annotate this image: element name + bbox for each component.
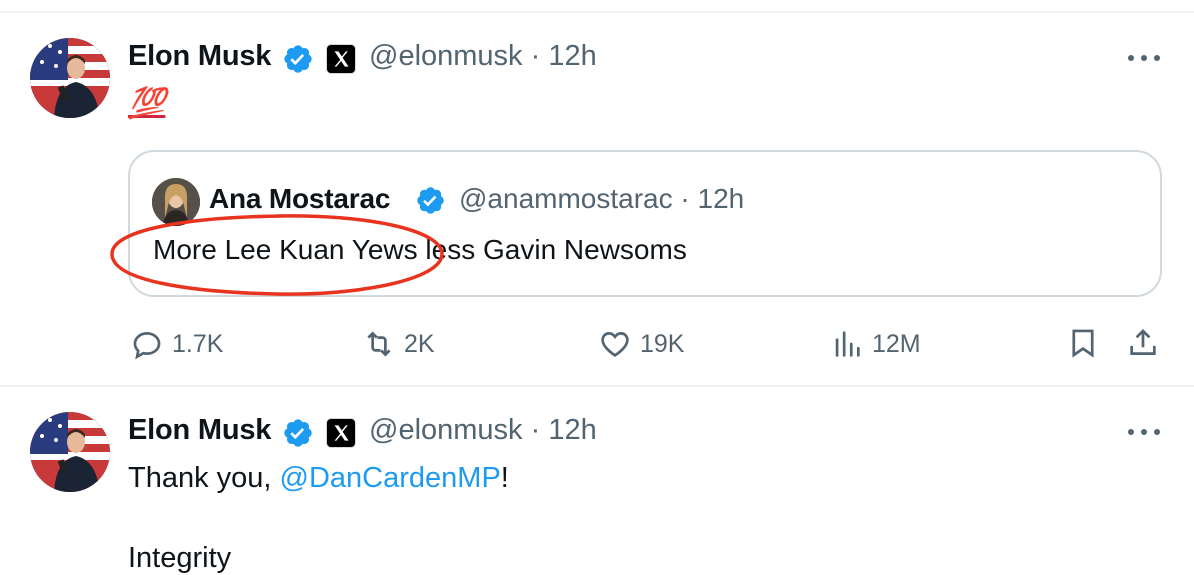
tweet-text: Thank you, @DanCardenMP! xyxy=(128,462,509,495)
like-icon xyxy=(601,332,629,357)
more-icon[interactable] xyxy=(1126,426,1162,438)
divider xyxy=(0,11,1194,13)
views-icon xyxy=(835,331,860,357)
repost-count: 2K xyxy=(404,329,435,358)
quote-timestamp[interactable]: · 12h xyxy=(680,183,744,214)
annotation-circle xyxy=(110,214,444,296)
quote-text-rest: less Gavin Newsoms xyxy=(417,234,687,265)
tweet-text-line: Integrity xyxy=(128,542,232,574)
timestamp[interactable]: · 12h xyxy=(531,40,597,72)
reply-button[interactable]: 1.7K xyxy=(130,322,223,366)
verified-badge-icon xyxy=(284,45,312,73)
bookmark-icon[interactable] xyxy=(1066,326,1100,360)
author-name[interactable]: Elon Musk xyxy=(128,414,271,447)
avatar[interactable] xyxy=(30,412,110,492)
reply-icon xyxy=(133,332,161,360)
emoji-text: 💯 xyxy=(128,87,166,120)
author-handle[interactable]: @elonmusk xyxy=(369,40,523,72)
tweet-text-prefix: Thank you, xyxy=(128,462,280,494)
x-logo-icon xyxy=(326,44,356,74)
mention-link[interactable]: @DanCardenMP xyxy=(280,462,501,494)
like-button[interactable]: 19K xyxy=(598,322,684,366)
views-count: 12M xyxy=(872,329,921,358)
reply-count: 1.7K xyxy=(172,329,224,358)
share-icon[interactable] xyxy=(1126,326,1160,360)
quote-author-handle[interactable]: @anammostarac xyxy=(459,183,673,214)
divider xyxy=(0,385,1194,387)
timestamp[interactable]: · 12h xyxy=(531,414,597,446)
repost-icon xyxy=(367,331,391,357)
repost-button[interactable]: 2K xyxy=(362,322,435,366)
like-count: 19K xyxy=(640,329,685,358)
more-icon[interactable] xyxy=(1126,52,1162,64)
verified-badge-icon xyxy=(284,419,312,447)
avatar[interactable] xyxy=(30,38,110,118)
author-name[interactable]: Elon Musk xyxy=(128,40,271,73)
author-handle[interactable]: @elonmusk xyxy=(369,414,523,446)
x-logo-icon xyxy=(326,418,356,448)
tweet-text-suffix: ! xyxy=(500,462,509,494)
views-button[interactable]: 12M xyxy=(830,322,921,366)
